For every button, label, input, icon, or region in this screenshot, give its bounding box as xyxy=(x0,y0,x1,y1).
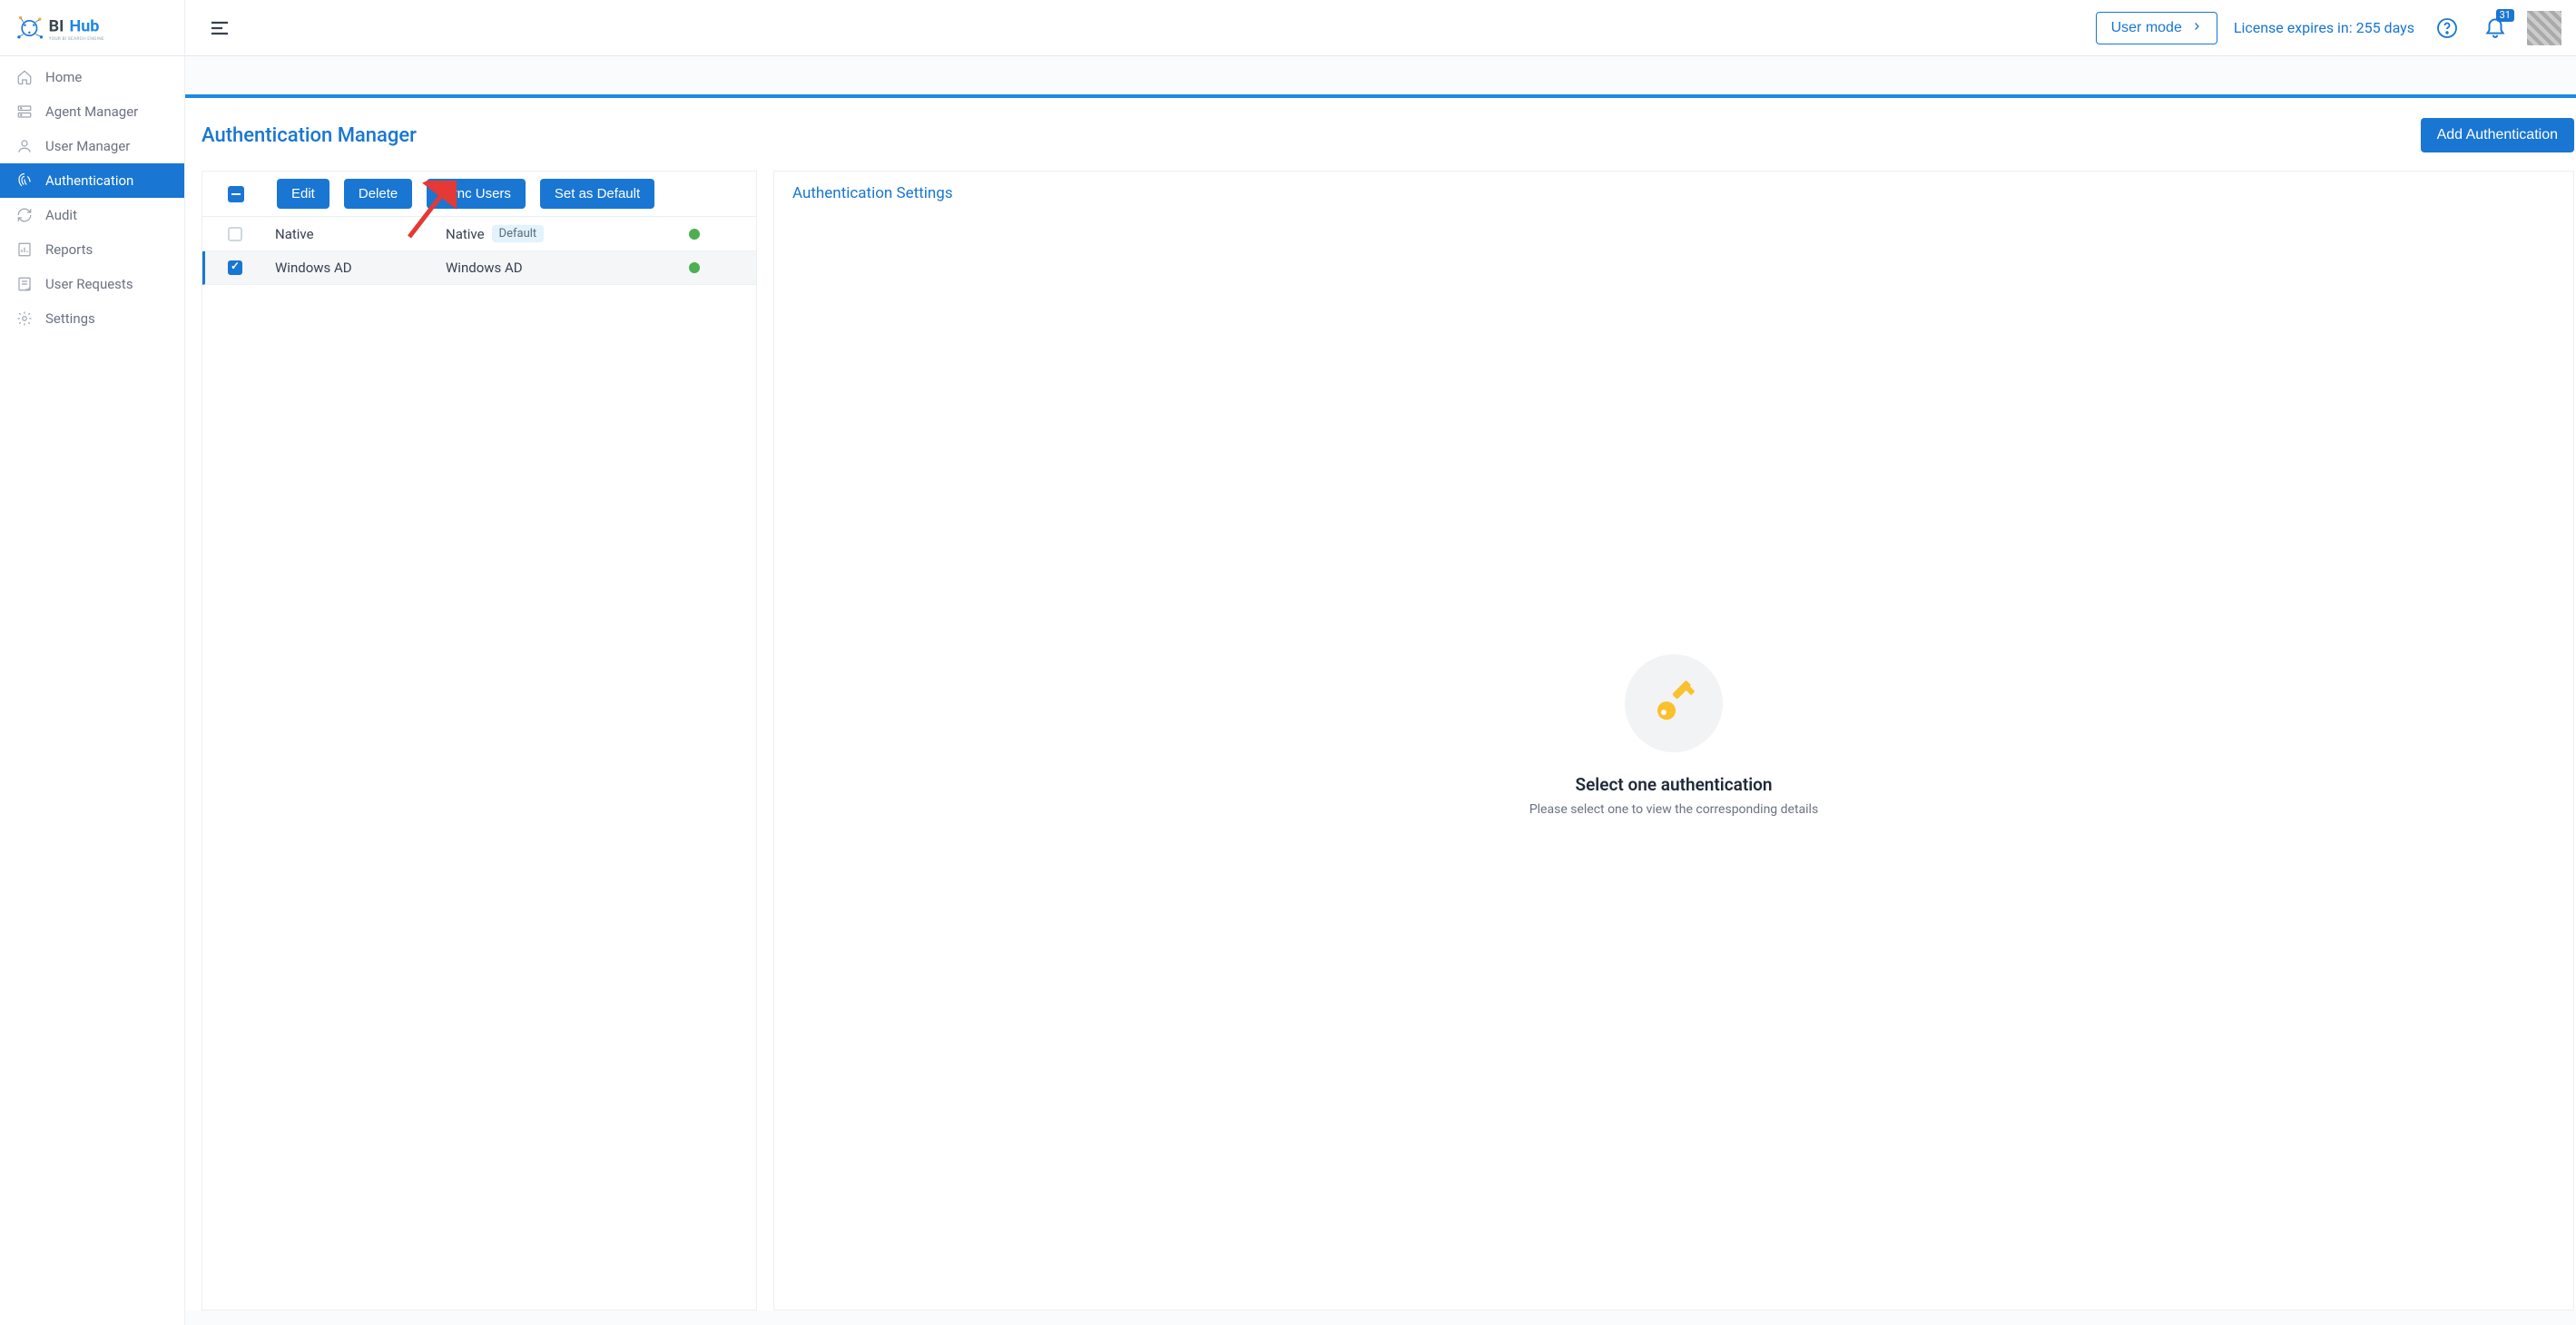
chevron-right-icon xyxy=(2191,20,2202,36)
auth-name: Windows AD xyxy=(275,260,446,276)
auth-type: Native Default xyxy=(446,225,689,242)
status-indicator xyxy=(689,229,700,240)
sidebar-item-home[interactable]: Home xyxy=(0,60,184,94)
fingerprint-icon xyxy=(16,172,33,189)
sidebar-item-label: User Manager xyxy=(45,138,130,154)
gear-icon xyxy=(16,310,33,327)
toolbar: Edit Delete Sync Users Set as Default xyxy=(202,172,756,217)
sidebar-item-audit[interactable]: Audit xyxy=(0,198,184,232)
sidebar-item-user-manager[interactable]: User Manager xyxy=(0,129,184,163)
sidebar-item-label: Reports xyxy=(45,241,93,258)
license-text[interactable]: License expires in: 255 days xyxy=(2234,19,2414,36)
sync-users-button[interactable]: Sync Users xyxy=(427,179,526,209)
svg-text:Hub: Hub xyxy=(70,16,100,35)
edit-button[interactable]: Edit xyxy=(277,179,329,209)
empty-state: Select one authentication Please select … xyxy=(774,215,2573,1310)
add-authentication-button[interactable]: Add Authentication xyxy=(2421,118,2574,152)
default-badge: Default xyxy=(492,225,545,242)
logo-icon: BI Hub YOUR BI SEARCH ENGINE xyxy=(15,12,133,44)
svg-text:YOUR BI SEARCH ENGINE: YOUR BI SEARCH ENGINE xyxy=(49,36,104,42)
auth-type: Windows AD xyxy=(446,260,689,276)
set-default-button[interactable]: Set as Default xyxy=(540,179,654,209)
sidebar-item-settings[interactable]: Settings xyxy=(0,301,184,336)
main-content: Authentication Manager Add Authenticatio… xyxy=(185,56,2576,1325)
status-indicator xyxy=(689,262,700,273)
settings-panel-title: Authentication Settings xyxy=(774,172,2573,215)
empty-state-title: Select one authentication xyxy=(1575,774,1772,795)
page-title: Authentication Manager xyxy=(202,124,417,147)
auth-name: Native xyxy=(275,226,446,242)
user-mode-button[interactable]: User mode xyxy=(2096,12,2217,44)
row-checkbox[interactable] xyxy=(228,227,242,241)
table-row[interactable]: Windows AD Windows AD xyxy=(202,251,756,285)
sidebar-item-label: Home xyxy=(45,69,82,85)
topbar: BI Hub YOUR BI SEARCH ENGINE User mode Li… xyxy=(0,0,2576,56)
content-card: Authentication Manager Add Authenticatio… xyxy=(185,94,2576,1310)
avatar[interactable] xyxy=(2527,11,2561,45)
sidebar-item-label: User Requests xyxy=(45,276,133,292)
sidebar-item-label: Agent Manager xyxy=(45,103,138,120)
logo[interactable]: BI Hub YOUR BI SEARCH ENGINE xyxy=(0,0,185,55)
sidebar-item-label: Audit xyxy=(45,207,77,223)
svg-text:BI: BI xyxy=(49,16,64,35)
row-checkbox[interactable] xyxy=(228,260,242,275)
authentication-settings-panel: Authentication Settings Select one authe… xyxy=(773,171,2574,1310)
report-icon xyxy=(16,241,33,258)
sidebar-item-agent-manager[interactable]: Agent Manager xyxy=(0,94,184,129)
user-icon xyxy=(16,138,33,154)
home-icon xyxy=(16,69,33,85)
menu-toggle-icon[interactable] xyxy=(209,17,231,39)
user-mode-label: User mode xyxy=(2111,20,2182,36)
notification-count: 31 xyxy=(2496,9,2514,22)
select-all-checkbox[interactable] xyxy=(228,186,244,202)
table-row[interactable]: Native Native Default xyxy=(202,217,756,251)
sidebar-item-label: Settings xyxy=(45,310,95,327)
request-icon xyxy=(16,276,33,292)
sidebar-item-label: Authentication xyxy=(45,172,133,189)
key-icon xyxy=(1625,654,1723,752)
sidebar: Home Agent Manager User Manager Authenti… xyxy=(0,56,185,1325)
server-icon xyxy=(16,103,33,120)
help-icon[interactable] xyxy=(2436,17,2458,39)
sidebar-item-authentication[interactable]: Authentication xyxy=(0,163,184,198)
refresh-icon xyxy=(16,207,33,223)
page-header: Authentication Manager Add Authenticatio… xyxy=(185,118,2576,171)
delete-button[interactable]: Delete xyxy=(344,179,412,209)
notification-bell[interactable]: 31 xyxy=(2483,15,2507,42)
sidebar-item-user-requests[interactable]: User Requests xyxy=(0,267,184,301)
empty-state-subtitle: Please select one to view the correspond… xyxy=(1529,802,1818,817)
sidebar-item-reports[interactable]: Reports xyxy=(0,232,184,267)
authentication-list-panel: Edit Delete Sync Users Set as Default Na… xyxy=(202,171,757,1310)
